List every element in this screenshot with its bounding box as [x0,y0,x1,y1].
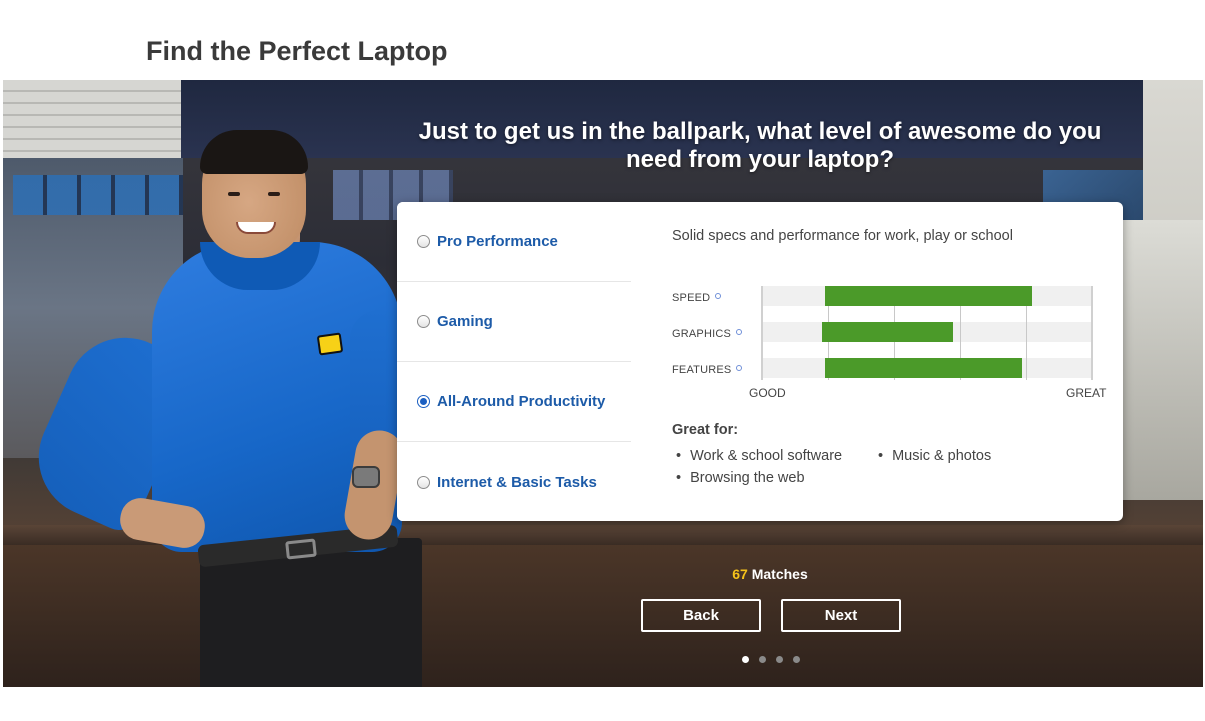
info-icon[interactable] [736,329,743,335]
radio-button-icon[interactable] [417,235,430,248]
store-shelf [1123,220,1203,500]
great-for-item: Browsing the web [672,470,804,486]
best-buy-logo-icon [316,332,344,356]
info-icon[interactable] [715,293,722,299]
rating-bar-speed [825,286,1032,306]
quiz-question: Just to get us in the ballpark, what lev… [418,118,1102,173]
option-label: Internet & Basic Tasks [437,473,597,491]
rating-label-text: GRAPHICS [672,328,732,340]
progress-dot[interactable] [759,656,766,663]
rating-label-graphics: GRAPHICS [672,328,743,340]
progress-dot[interactable] [793,656,800,663]
info-icon[interactable] [736,365,743,371]
watch-icon [352,466,380,488]
quiz-card: Pro Performance Gaming All-Around Produc… [397,202,1123,521]
match-count-number: 67 [732,566,748,582]
belt-buckle [285,538,317,560]
rating-label-speed: SPEED [672,292,722,304]
rating-scale-low: GOOD [749,386,786,400]
option-pro-performance[interactable]: Pro Performance [397,202,631,282]
option-list: Pro Performance Gaming All-Around Produc… [397,202,631,521]
progress-dots [740,656,810,664]
rating-scale-high: GREAT [1066,386,1107,400]
store-associate-image [19,130,422,687]
option-description: Solid specs and performance for work, pl… [672,228,1013,244]
option-gaming[interactable]: Gaming [397,282,631,362]
radio-button-icon[interactable] [417,315,430,328]
option-label: Gaming [437,313,493,330]
radio-button-icon[interactable] [417,475,430,489]
radio-button-icon[interactable] [417,395,430,408]
associate-eye [268,192,280,196]
associate-smile [236,222,276,234]
option-label: Pro Performance [437,233,558,250]
match-count: 67 Matches [640,566,900,582]
associate-eye [228,192,240,196]
option-internet-basic-tasks[interactable]: Internet & Basic Tasks [397,442,631,521]
rating-label-text: SPEED [672,292,711,304]
rating-bar-features [825,358,1022,378]
rating-plot [761,286,1093,380]
match-count-label: Matches [751,566,808,582]
option-all-around-productivity[interactable]: All-Around Productivity [397,362,631,442]
great-for-item: Music & photos [874,448,991,464]
great-for-item: Work & school software [672,448,842,464]
associate-hair [200,130,308,174]
great-for-title: Great for: [672,422,739,438]
back-button[interactable]: Back [641,599,761,632]
rating-chart: SPEED GRAPHICS FEATURES GOOD GREAT [672,282,1122,402]
option-detail-panel: Solid specs and performance for work, pl… [632,202,1123,521]
rating-label-features: FEATURES [672,364,743,376]
rating-label-text: FEATURES [672,364,732,376]
rating-bar-graphics [822,322,953,342]
progress-dot[interactable] [742,656,749,663]
page-title: Find the Perfect Laptop [146,36,448,66]
option-label: All-Around Productivity [437,393,606,410]
next-button[interactable]: Next [781,599,901,632]
great-for-list: Work & school software Music & photos Br… [672,448,1092,498]
progress-dot[interactable] [776,656,783,663]
